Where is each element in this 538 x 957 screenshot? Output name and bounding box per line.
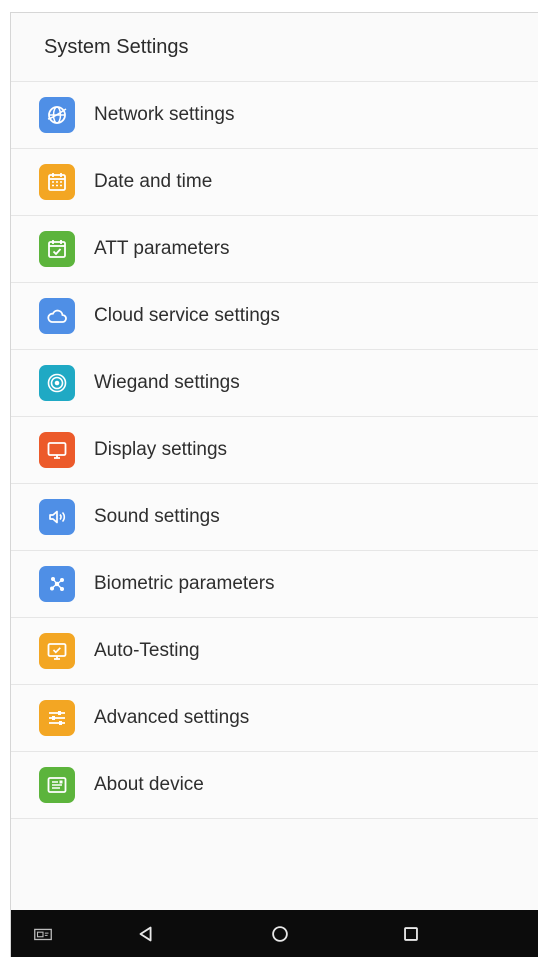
menu-item-label: Advanced settings [94,707,250,728]
sliders-icon [39,700,75,736]
screenshot-icon[interactable] [31,922,55,946]
settings-screen: System Settings Network settings Date an… [10,12,538,957]
back-icon[interactable] [134,922,158,946]
test-screen-icon [39,633,75,669]
menu-item-att-parameters[interactable]: ATT parameters [11,216,538,283]
monitor-icon [39,432,75,468]
menu-item-label: Sound settings [94,506,220,527]
menu-item-label: Biometric parameters [94,573,275,594]
menu-item-about-device[interactable]: About device [11,752,538,819]
menu-item-label: Display settings [94,439,228,460]
calendar-icon [39,164,75,200]
menu-item-auto-testing[interactable]: Auto-Testing [11,618,538,685]
menu-item-network-settings[interactable]: Network settings [11,82,538,149]
globe-icon [39,97,75,133]
menu-item-display-settings[interactable]: Display settings [11,417,538,484]
signal-rings-icon [39,365,75,401]
biometric-network-icon [39,566,75,602]
menu-item-label: Wiegand settings [94,372,240,393]
menu-item-label: Date and time [94,171,213,192]
menu-item-label: Auto-Testing [94,640,200,661]
menu-item-label: Network settings [94,104,235,125]
recents-icon[interactable] [399,922,423,946]
speaker-icon [39,499,75,535]
page-title: System Settings [44,35,189,58]
menu-item-label: About device [94,774,204,795]
menu-item-biometric-parameters[interactable]: Biometric parameters [11,551,538,618]
navigation-bar [11,910,538,957]
title-bar: System Settings [11,13,538,82]
cloud-icon [39,298,75,334]
menu-item-label: ATT parameters [94,238,230,259]
calendar-check-icon [39,231,75,267]
menu-item-cloud-service-settings[interactable]: Cloud service settings [11,283,538,350]
menu-item-label: Cloud service settings [94,305,280,326]
menu-item-date-and-time[interactable]: Date and time [11,149,538,216]
home-icon[interactable] [268,922,292,946]
menu-item-advanced-settings[interactable]: Advanced settings [11,685,538,752]
menu-item-wiegand-settings[interactable]: Wiegand settings [11,350,538,417]
device-info-icon [39,767,75,803]
settings-menu: Network settings Date and time ATT param… [11,82,538,819]
menu-item-sound-settings[interactable]: Sound settings [11,484,538,551]
